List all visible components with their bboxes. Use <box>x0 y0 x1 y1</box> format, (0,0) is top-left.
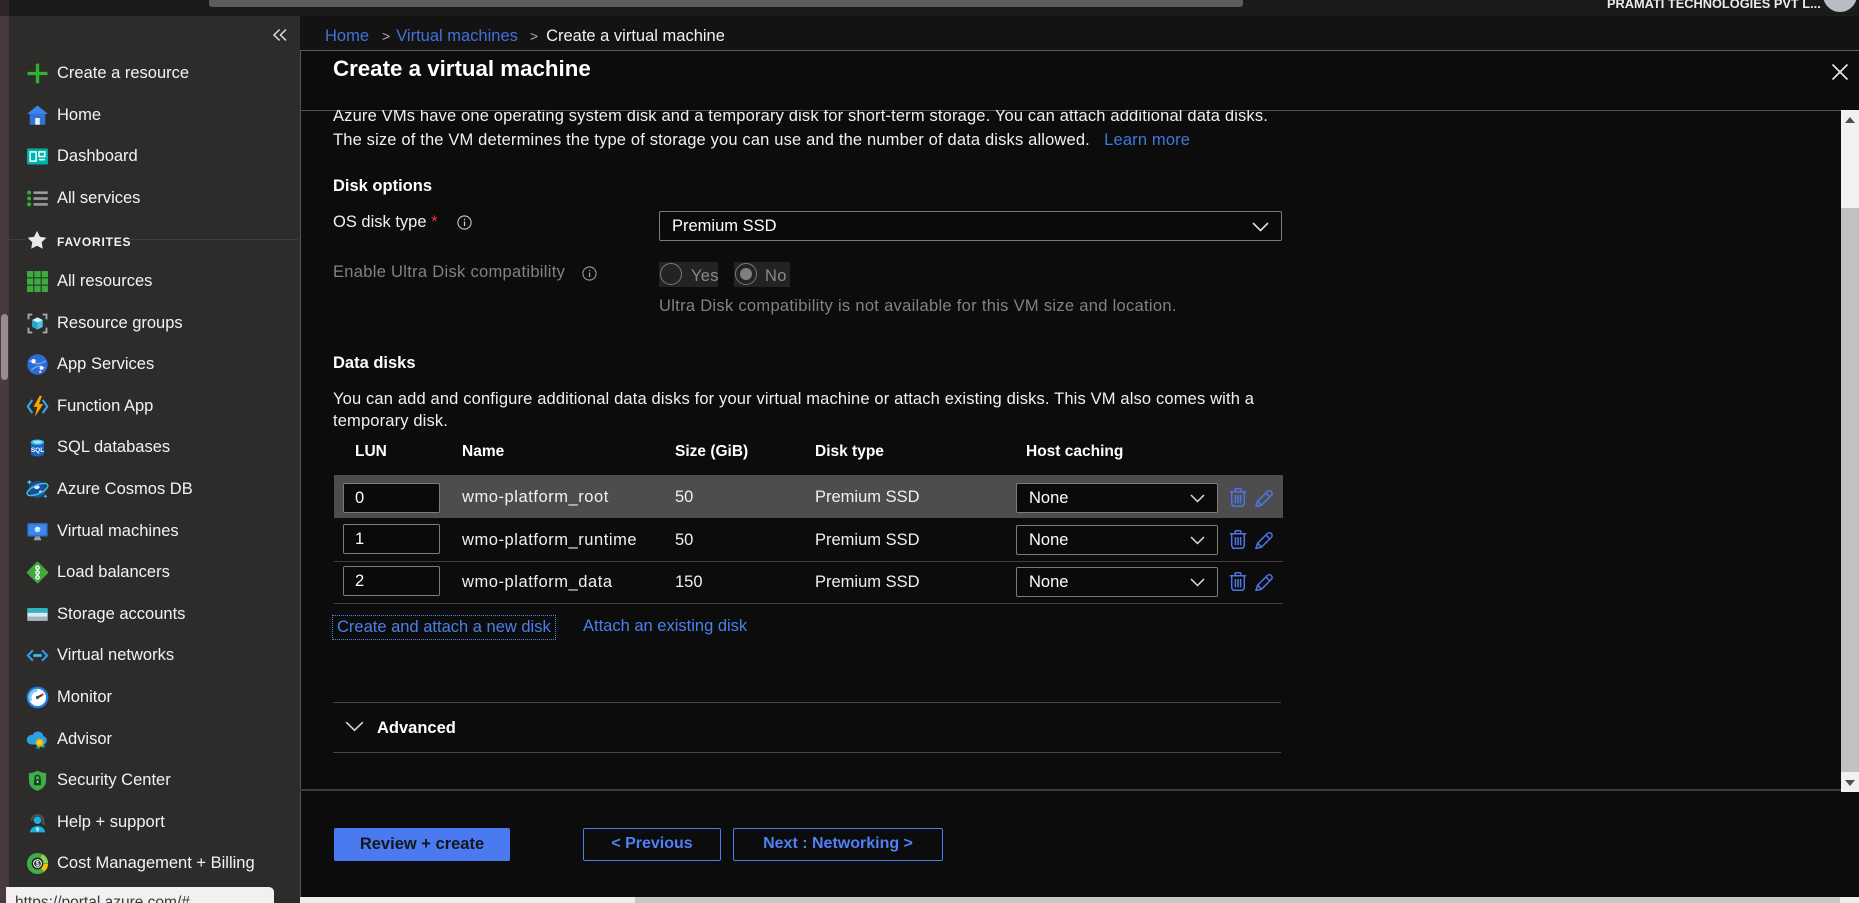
svg-text:$: $ <box>35 859 39 868</box>
svg-text:SQL: SQL <box>31 447 44 454</box>
